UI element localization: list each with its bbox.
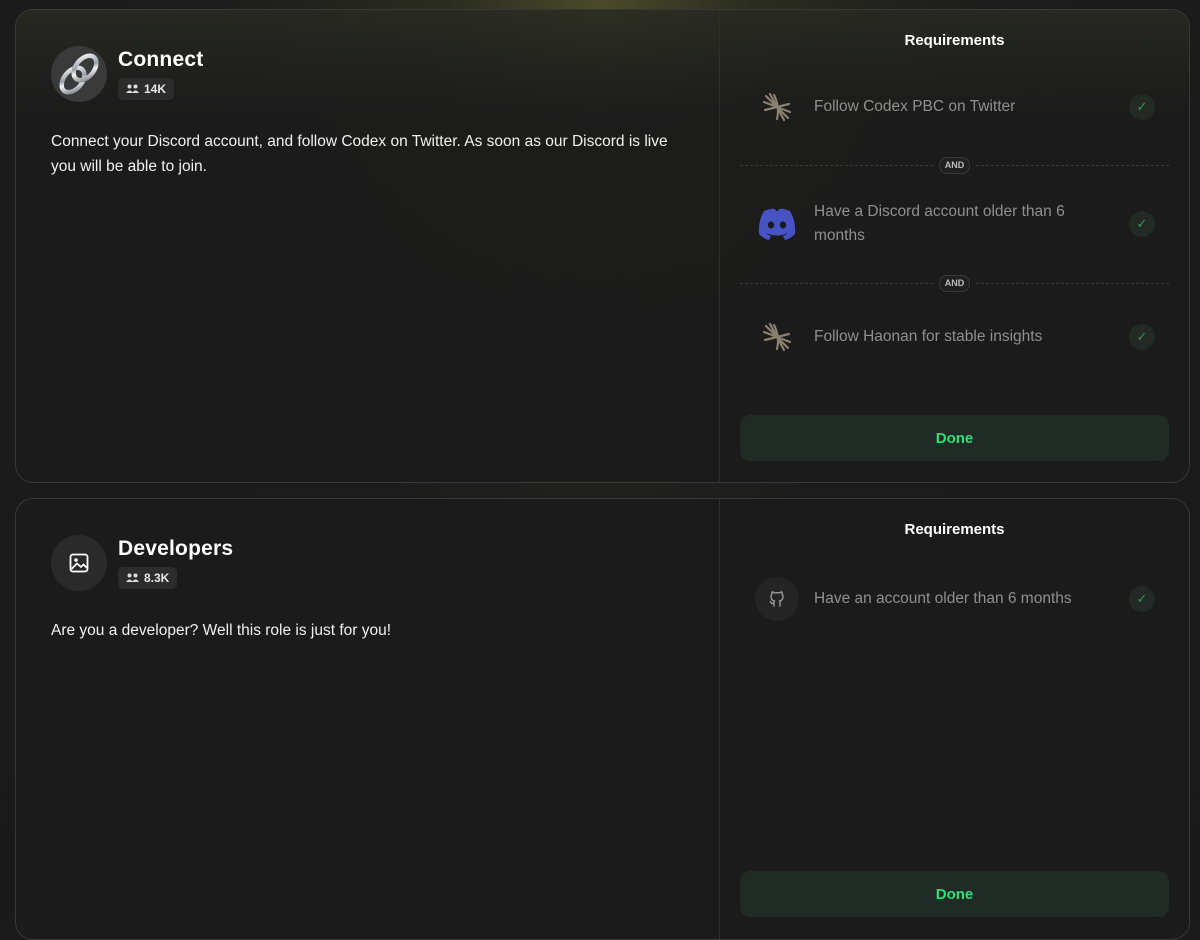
requirements-title: Requirements [904,32,1005,49]
and-label: AND [938,156,971,174]
check-icon: ✓ [1129,324,1155,350]
role-description: Connect your Discord account, and follow… [51,133,668,175]
role-info-panel: Connect 14K Connect your Discord account… [16,10,720,482]
role-card-connect: Connect 14K Connect your Discord account… [15,9,1190,483]
role-card-developers: Developers 8.3K Are you a developer? Wel… [15,498,1190,940]
member-count-badge: 14K [118,78,175,100]
requirement-text: Follow Haonan for stable insights [814,328,1043,345]
and-divider: AND [740,274,1169,292]
requirement-item[interactable]: Have a Discord account older than 6 mont… [755,200,1175,248]
requirement-item[interactable]: Have an account older than 6 months ✓ [755,577,1175,621]
github-icon [755,577,799,621]
requirements-panel: Requirements Have an account older than … [720,499,1189,939]
role-title: Developers [118,537,234,560]
members-icon [126,84,139,93]
requirements-title: Requirements [904,521,1005,538]
member-count: 8.3K [144,571,170,585]
and-divider: AND [740,156,1169,174]
role-title: Connect [118,48,204,71]
role-info-panel: Developers 8.3K Are you a developer? Wel… [16,499,720,939]
check-icon: ✓ [1129,211,1155,237]
requirement-text: Have an account older than 6 months [814,590,1072,607]
role-description: Are you a developer? Well this role is j… [51,622,392,639]
member-count: 14K [144,82,167,96]
requirement-item[interactable]: Follow Haonan for stable insights ✓ [755,315,1175,359]
codex-logo-icon [755,315,799,359]
done-button[interactable]: Done [740,871,1169,917]
image-placeholder-icon [51,535,107,591]
members-icon [126,573,139,582]
check-icon: ✓ [1129,94,1155,120]
discord-icon [755,202,799,246]
codex-logo-icon [755,85,799,129]
requirement-item[interactable]: Follow Codex PBC on Twitter ✓ [755,85,1175,129]
member-count-badge: 8.3K [118,567,178,589]
chain-link-icon [51,46,107,102]
requirement-text: Follow Codex PBC on Twitter [814,98,1016,115]
check-icon: ✓ [1129,586,1155,612]
and-label: AND [938,274,971,292]
requirements-panel: Requirements Follow Codex PBC on Twitter… [720,10,1189,482]
done-button[interactable]: Done [740,415,1169,461]
requirement-text: Have a Discord account older than 6 mont… [814,203,1065,244]
